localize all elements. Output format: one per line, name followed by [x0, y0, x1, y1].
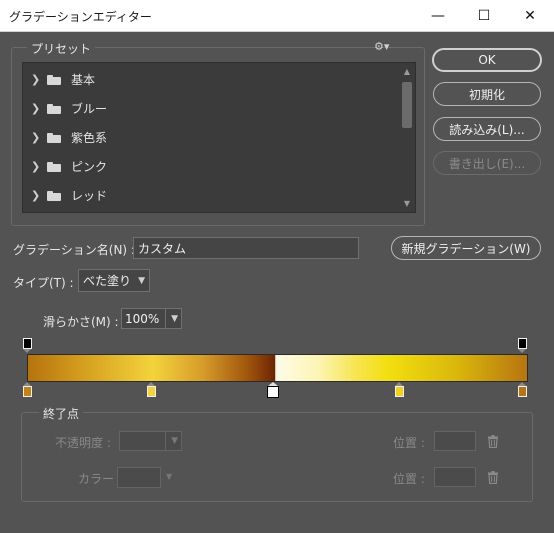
smoothness-value: 100%	[125, 311, 160, 326]
close-button[interactable]: ✕	[507, 0, 553, 31]
scroll-up-icon[interactable]: ▲	[399, 67, 415, 76]
gradient-name-label: グラデーション名(N) :	[13, 243, 135, 257]
preset-item-1[interactable]: ❯ ブルー	[23, 94, 398, 123]
color-stop-3-selected[interactable]	[267, 386, 279, 398]
opacity-location-input	[434, 431, 476, 451]
title-bar: グラデーションエディター — ☐ ✕	[0, 0, 554, 32]
smoothness-dropdown[interactable]: ▼	[165, 308, 182, 329]
color-delete-trash-icon	[488, 471, 498, 484]
color-stop-1[interactable]	[23, 386, 32, 397]
chevron-right-icon[interactable]: ❯	[31, 73, 41, 86]
preset-label: ブルー	[71, 102, 108, 116]
minimize-icon: —	[431, 7, 445, 24]
maximize-icon: ☐	[477, 7, 491, 24]
reset-label: 初期化	[468, 87, 505, 102]
opacity-stop-right[interactable]	[518, 338, 527, 349]
ok-label: OK	[478, 53, 496, 67]
opacity-stop-right-pointer	[518, 349, 526, 353]
gradient-name-value: カスタム	[138, 241, 187, 256]
chevron-right-icon[interactable]: ❯	[31, 131, 41, 144]
preset-label: レッド	[71, 189, 108, 203]
color-location-input	[434, 467, 476, 487]
folder-icon	[47, 74, 61, 85]
gradient-preview-bar[interactable]	[27, 354, 528, 382]
color-stop-4[interactable]	[395, 386, 404, 397]
stops-legend: 終了点	[39, 405, 84, 422]
close-icon: ✕	[524, 7, 536, 24]
preset-label: ピンク	[71, 160, 108, 174]
minimize-button[interactable]: —	[415, 0, 461, 31]
save-label: 書き出し(E)...	[448, 156, 526, 171]
color-swatch	[117, 467, 161, 488]
new-gradient-label: 新規グラデーション(W)	[401, 241, 531, 256]
chevron-down-icon: ▼	[171, 436, 178, 446]
chevron-down-icon: ▼	[171, 313, 178, 324]
type-select[interactable]: べた塗り ▼	[78, 269, 150, 292]
type-value: べた塗り	[83, 274, 132, 288]
preset-label: 紫色系	[71, 131, 108, 145]
reset-button[interactable]: 初期化	[433, 82, 541, 106]
preset-item-0[interactable]: ❯ 基本	[23, 65, 398, 94]
opacity-input	[119, 431, 166, 451]
gradient-name-input[interactable]: カスタム	[133, 237, 359, 259]
new-gradient-button[interactable]: 新規グラデーション(W)	[391, 236, 541, 260]
presets-gear-icon[interactable]: ⚙▾	[374, 40, 389, 53]
folder-icon	[47, 103, 61, 114]
folder-icon	[47, 132, 61, 143]
opacity-stop-left-pointer	[23, 349, 31, 353]
color-label: カラー :	[78, 472, 122, 486]
opacity-label: 不透明度 :	[55, 436, 111, 450]
opacity-dropdown: ▼	[165, 431, 182, 451]
load-button[interactable]: 読み込み(L)...	[433, 117, 541, 141]
color-location-label: 位置 :	[393, 472, 425, 486]
preset-list[interactable]: ❯ 基本 ❯ ブルー ❯ 紫色系 ❯ ピンク ❯ レッド ▲ ▼	[22, 62, 416, 213]
color-stop-2[interactable]	[147, 386, 156, 397]
window-title: グラデーションエディター	[9, 10, 152, 24]
scroll-thumb[interactable]	[402, 82, 412, 128]
presets-legend: プリセット	[27, 40, 96, 57]
maximize-button[interactable]: ☐	[461, 0, 507, 31]
folder-icon	[47, 190, 61, 201]
color-stop-5[interactable]	[518, 386, 527, 397]
preset-item-3[interactable]: ❯ ピンク	[23, 152, 398, 181]
chevron-down-icon: ▼	[166, 472, 173, 481]
stops-group	[21, 412, 533, 502]
preset-scrollbar[interactable]: ▲ ▼	[399, 63, 415, 212]
chevron-right-icon[interactable]: ❯	[31, 189, 41, 202]
smoothness-label: 滑らかさ(M) :	[43, 315, 119, 329]
opacity-location-label: 位置 :	[393, 436, 425, 450]
opacity-delete-trash-icon	[488, 435, 498, 448]
save-button: 書き出し(E)...	[433, 151, 541, 175]
preset-item-4[interactable]: ❯ レッド	[23, 181, 398, 210]
chevron-right-icon[interactable]: ❯	[31, 102, 41, 115]
preset-item-2[interactable]: ❯ 紫色系	[23, 123, 398, 152]
folder-icon	[47, 161, 61, 172]
load-label: 読み込み(L)...	[449, 122, 525, 137]
type-label: タイプ(T) :	[13, 276, 74, 290]
ok-button[interactable]: OK	[432, 48, 542, 72]
chevron-right-icon[interactable]: ❯	[31, 160, 41, 173]
preset-label: 基本	[71, 73, 96, 87]
opacity-stop-left[interactable]	[23, 338, 32, 349]
chevron-down-icon: ▼	[138, 275, 145, 286]
smoothness-input[interactable]: 100%	[121, 308, 166, 329]
scroll-down-icon[interactable]: ▼	[399, 199, 415, 208]
